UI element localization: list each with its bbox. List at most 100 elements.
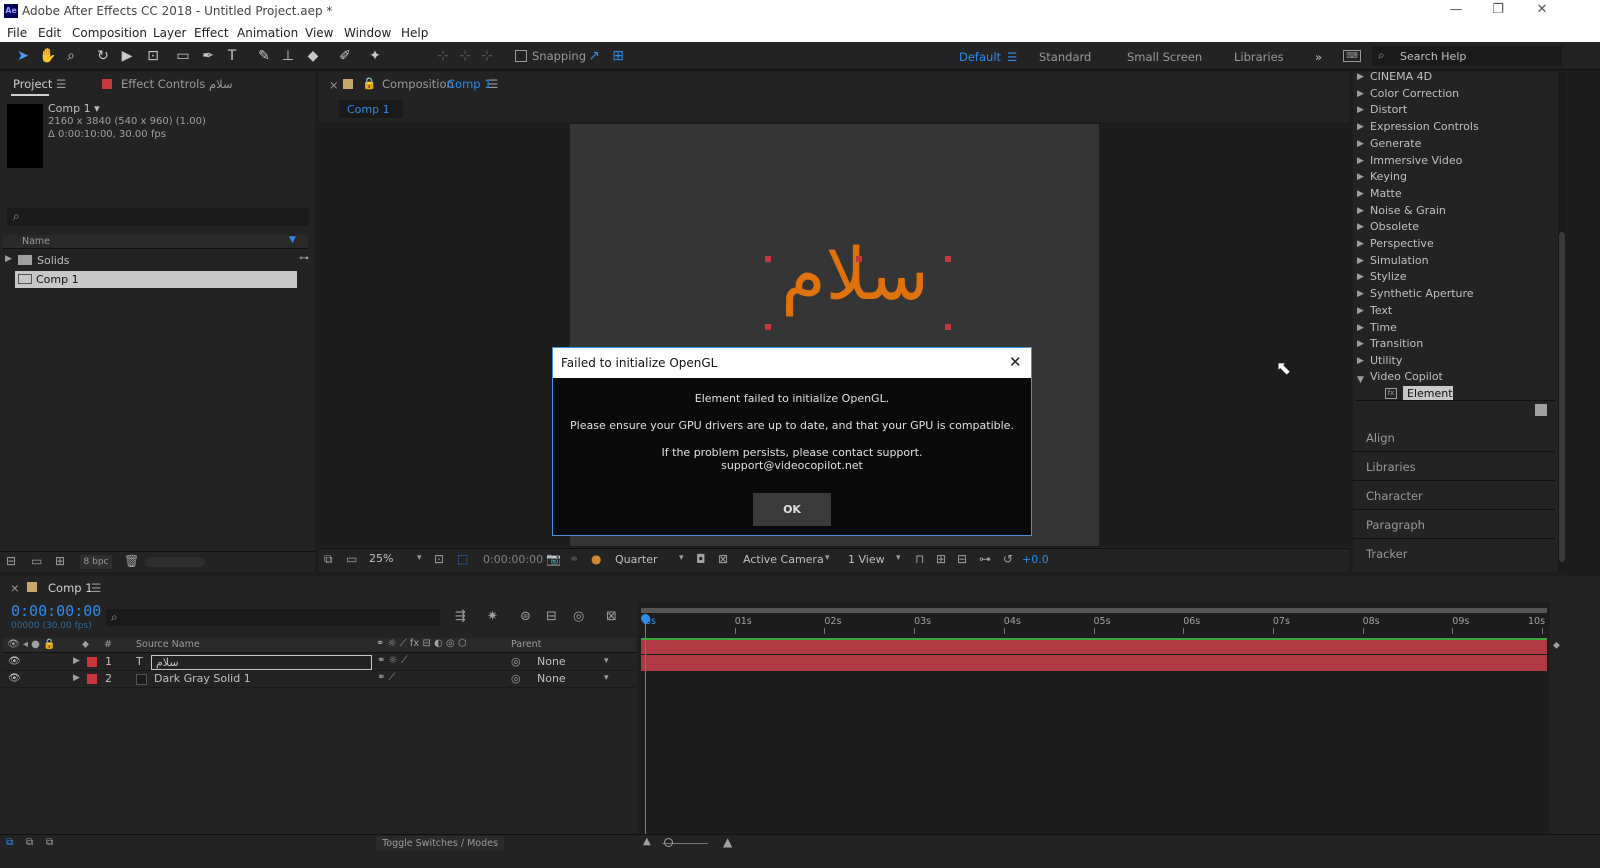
expand-arrow-icon[interactable]: ▶ <box>5 254 12 264</box>
time-graph[interactable]: 0s 01s 02s 03s 04s 05s 06s 07s 08s 09s 10s <box>638 602 1550 834</box>
expand-arrow-icon[interactable]: ▶ <box>1357 339 1364 349</box>
effect-category[interactable]: Text <box>1370 304 1392 317</box>
clone-stamp-tool-icon[interactable]: ⊥ <box>280 48 296 64</box>
menu-effect[interactable]: Effect <box>194 26 229 40</box>
eye-icon[interactable]: 👁 <box>8 673 21 684</box>
workspace-standard[interactable]: Standard <box>1039 50 1091 64</box>
composition-name-link[interactable]: Comp 1 <box>447 77 492 91</box>
character-panel-header[interactable]: Character <box>1353 481 1555 510</box>
timeline-current-time[interactable]: 0:00:00:00 <box>11 602 101 620</box>
comp-viewer-tab[interactable]: Comp 1 <box>339 100 403 118</box>
color-channels-icon[interactable]: ● <box>591 552 601 566</box>
new-folder-icon[interactable]: ▭ <box>31 554 42 568</box>
close-window-icon[interactable]: ✕ <box>1532 2 1552 17</box>
expand-arrow-icon[interactable]: ▶ <box>1357 105 1364 115</box>
new-preset-icon[interactable] <box>1535 404 1547 416</box>
layer-row[interactable]: 👁 ▶ 1 T سلام ⚭ ☼ ⟋ ◎ None ▾ <box>3 654 636 671</box>
in-out-toggle-icon[interactable]: ⧉ <box>46 837 53 848</box>
expand-arrow-icon[interactable]: ▶ <box>1357 89 1364 99</box>
layer-label-color[interactable] <box>87 657 97 667</box>
support-email[interactable]: support@videocopilot.net <box>553 459 1031 472</box>
effect-category[interactable]: Generate <box>1370 137 1421 150</box>
layer-name[interactable]: Dark Gray Solid 1 <box>154 672 251 685</box>
panel-menu-icon[interactable]: ☰ <box>56 77 66 91</box>
collapse-arrow-icon[interactable]: ▼ <box>1357 375 1364 385</box>
roto-brush-tool-icon[interactable]: ✐ <box>337 48 353 64</box>
parent-dropdown[interactable]: None <box>537 672 566 685</box>
expand-arrow-icon[interactable]: ▶ <box>1357 206 1364 216</box>
frame-blending-icon[interactable]: ⊟ <box>546 609 557 624</box>
chevron-down-icon[interactable]: ▾ <box>417 553 422 563</box>
tab-effect-controls[interactable]: Effect Controls سلام <box>121 77 233 91</box>
chevron-down-icon[interactable]: ▾ <box>679 553 684 563</box>
effect-category[interactable]: Immersive Video <box>1370 154 1462 167</box>
world-axis-icon[interactable]: ⊹ <box>457 48 473 64</box>
menu-composition[interactable]: Composition <box>72 26 147 40</box>
effect-category[interactable]: Noise & Grain <box>1370 204 1446 217</box>
menu-window[interactable]: Window <box>344 26 391 40</box>
menu-help[interactable]: Help <box>401 26 428 40</box>
zoom-tool-icon[interactable]: ⌕ <box>63 48 79 64</box>
view-axis-icon[interactable]: ⊹ <box>479 48 495 64</box>
eraser-tool-icon[interactable]: ◆ <box>305 48 321 64</box>
expand-arrow-icon[interactable]: ▶ <box>73 673 80 683</box>
toggle-switches-modes-button[interactable]: Toggle Switches / Modes <box>376 836 504 851</box>
panel-menu-icon[interactable]: ☰ <box>488 77 498 91</box>
expand-arrow-icon[interactable]: ▶ <box>73 656 80 666</box>
more-workspaces-icon[interactable]: » <box>1315 50 1322 64</box>
effect-category[interactable]: Perspective <box>1370 237 1434 250</box>
current-time-indicator[interactable] <box>645 614 646 834</box>
expand-arrow-icon[interactable]: ▶ <box>1357 72 1364 82</box>
workspace-default[interactable]: Default <box>959 50 1001 64</box>
chevron-down-icon[interactable]: ▾ <box>825 553 830 563</box>
snap-edges-icon[interactable]: ↗ <box>586 48 602 64</box>
lock-icon[interactable]: 🔒 <box>362 76 376 90</box>
project-item-solids[interactable]: ▶ Solids ⊶ <box>3 252 313 269</box>
transfer-controls-toggle-icon[interactable]: ⧉ <box>26 837 33 848</box>
pan-behind-tool-icon[interactable]: ⊡ <box>145 48 161 64</box>
column-name-label[interactable]: Name <box>22 236 50 247</box>
effect-category[interactable]: Keying <box>1370 170 1407 183</box>
tab-project[interactable]: Project <box>13 77 52 91</box>
draft-3d-icon[interactable]: ✷ <box>487 609 498 624</box>
interpret-footage-icon[interactable]: ⊟ <box>6 554 16 568</box>
text-layer-content[interactable]: سلام <box>760 224 950 324</box>
layer-switches-toggle-icon[interactable]: ⧉ <box>6 837 13 848</box>
source-name-column[interactable]: Source Name <box>136 639 200 650</box>
effect-category[interactable]: CINEMA 4D <box>1370 70 1432 83</box>
ok-button[interactable]: OK <box>753 493 831 526</box>
minimize-icon[interactable]: — <box>1446 2 1466 17</box>
expand-arrow-icon[interactable]: ▶ <box>1357 323 1364 333</box>
time-ruler[interactable]: 0s 01s 02s 03s 04s 05s 06s 07s 08s 09s 10s <box>638 614 1550 634</box>
expand-arrow-icon[interactable]: ▶ <box>1357 222 1364 232</box>
dialog-close-icon[interactable]: ✕ <box>1009 353 1022 371</box>
always-preview-icon[interactable]: ⧉ <box>324 552 333 567</box>
expand-arrow-icon[interactable]: ▶ <box>1357 122 1364 132</box>
composition-mini-flowchart-icon[interactable]: ⇶ <box>455 609 466 624</box>
timeline-tab-comp1[interactable]: Comp 1 <box>48 581 93 595</box>
workspace-libraries[interactable]: Libraries <box>1234 50 1284 64</box>
layer-name-field[interactable]: سلام <box>151 655 372 670</box>
project-search-input[interactable]: ⌕ <box>7 208 309 226</box>
menu-file[interactable]: File <box>7 26 27 40</box>
eye-icon[interactable]: 👁 <box>8 656 21 667</box>
snapshot-icon[interactable]: 📷 <box>546 552 561 566</box>
effect-category[interactable]: Obsolete <box>1370 220 1419 233</box>
exposure-value[interactable]: +0.0 <box>1022 553 1049 566</box>
zoom-dropdown[interactable]: 25% <box>369 552 393 565</box>
sort-arrow-icon[interactable]: ▼ <box>289 235 296 245</box>
expand-arrow-icon[interactable]: ▶ <box>1357 272 1364 282</box>
transparency-grid-icon[interactable]: ⊠ <box>718 552 728 566</box>
parent-column[interactable]: Parent <box>511 639 541 650</box>
project-item-comp1[interactable]: Comp 1 <box>15 271 297 288</box>
panel-menu-icon[interactable]: ☰ <box>91 581 101 595</box>
menu-layer[interactable]: Layer <box>153 26 186 40</box>
camera-tool-icon[interactable]: ▶ <box>119 48 135 64</box>
new-composition-icon[interactable]: ⊞ <box>55 554 65 568</box>
bounding-handle[interactable] <box>765 256 771 262</box>
mask-visibility-icon[interactable]: ⬚ <box>457 552 468 566</box>
chevron-down-icon[interactable]: ▾ <box>604 656 609 666</box>
hide-shy-layers-icon[interactable]: ⊜ <box>520 609 531 624</box>
show-snapshot-icon[interactable]: ⚭ <box>569 552 579 566</box>
fit-to-frame-icon[interactable]: ⊡ <box>434 552 444 566</box>
